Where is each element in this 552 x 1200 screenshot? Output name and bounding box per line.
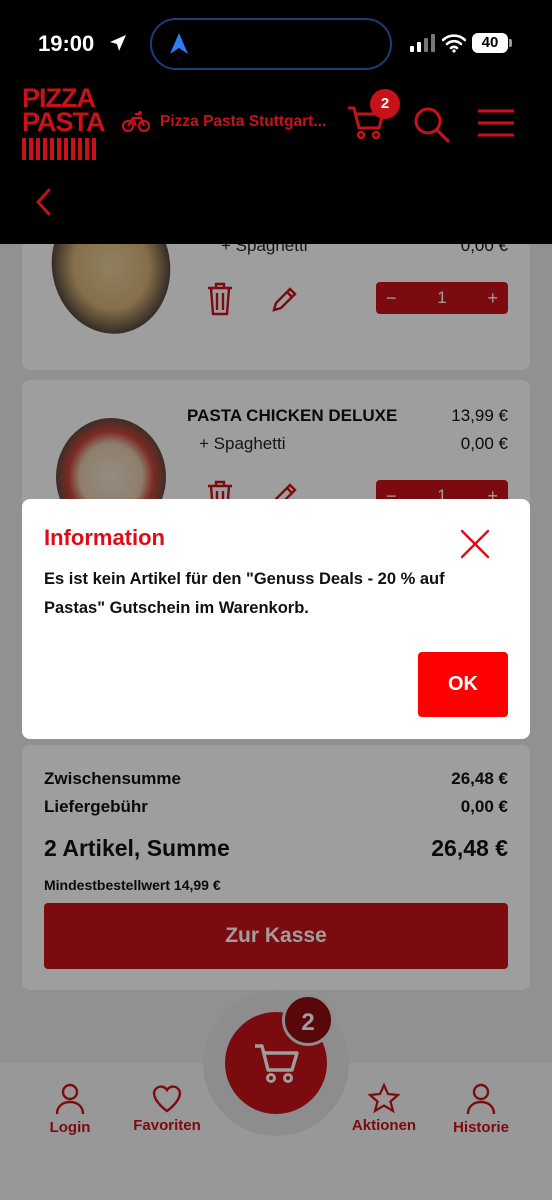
logo-bars	[22, 138, 100, 160]
store-name: Pizza Pasta Stuttgart...	[160, 113, 327, 130]
app-header: 19:00 40 PIZZA PASTA Pizza Pasta Stuttga…	[0, 0, 552, 244]
status-time: 19:00	[38, 31, 95, 56]
information-dialog: Information Es ist kein Artikel für den …	[22, 499, 530, 739]
menu-icon[interactable]	[478, 108, 514, 138]
store-selector[interactable]: Pizza Pasta Stuttgart...	[122, 110, 326, 134]
close-icon[interactable]	[460, 529, 490, 559]
header-cart-badge: 2	[370, 89, 400, 119]
navigation-icon	[170, 33, 188, 54]
bicycle-icon	[122, 111, 150, 133]
status-bar: 19:00 40	[0, 0, 552, 86]
signal-icon	[410, 34, 435, 52]
back-icon[interactable]	[34, 188, 54, 216]
battery-tip	[509, 39, 512, 47]
logo-text-bottom: PASTA	[22, 107, 106, 137]
dialog-message: Es ist kein Artikel für den "Genuss Deal…	[44, 570, 445, 617]
battery-indicator: 40	[472, 33, 508, 53]
ok-button[interactable]: OK	[418, 652, 508, 717]
brand-logo[interactable]: PIZZA PASTA	[22, 85, 106, 162]
dialog-title: Information	[44, 525, 165, 550]
dynamic-island	[150, 18, 392, 70]
wifi-icon	[442, 34, 466, 53]
search-icon[interactable]	[413, 106, 451, 144]
location-arrow-icon	[110, 35, 126, 51]
